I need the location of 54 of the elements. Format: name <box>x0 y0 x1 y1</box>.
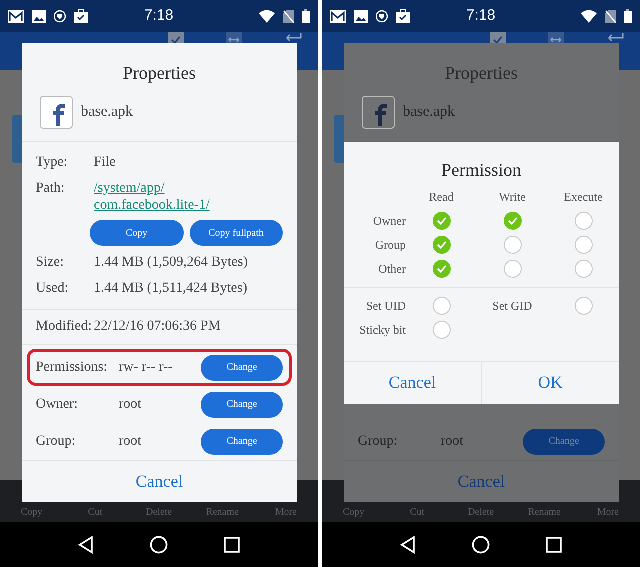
option-label: Set UID <box>365 298 406 315</box>
change-button[interactable]: Change <box>523 428 605 454</box>
field-label: Used: <box>36 280 70 298</box>
cancel-button[interactable]: Cancel <box>344 362 481 404</box>
field-value: 1.44 MB (1,511,424 Bytes) <box>94 280 248 298</box>
row-label: Other <box>378 261 406 278</box>
copy-fullpath-button[interactable]: Copy fullpath <box>190 220 283 246</box>
field-label: Path: <box>36 180 66 198</box>
clock-time: 7:18 <box>144 6 174 26</box>
cancel-button[interactable]: Cancel <box>454 468 510 494</box>
change-button[interactable]: Change <box>201 392 283 418</box>
toolbar-label[interactable]: More <box>576 505 640 520</box>
field-label: Type: <box>36 154 69 172</box>
column-header: Write <box>498 189 527 206</box>
clock-time: 7:18 <box>466 6 496 26</box>
column-header: Read <box>428 189 455 206</box>
toolbar-label[interactable]: Delete <box>127 505 191 520</box>
field-value: root <box>441 433 465 451</box>
ok-button[interactable]: OK <box>481 362 619 404</box>
field-label: Group: <box>358 433 399 451</box>
field-label: Group: <box>36 433 77 451</box>
copy-button[interactable]: Copy <box>90 220 184 246</box>
dialog-title: Properties <box>445 63 518 83</box>
toolbar-label[interactable]: Cut <box>386 505 450 520</box>
dialog-title: Properties <box>123 63 196 83</box>
field-value: rw- r-- r-- <box>119 359 174 377</box>
toolbar-label[interactable]: Delete <box>449 505 513 520</box>
option-label: Sticky bit <box>358 322 406 339</box>
column-header: Execute <box>563 189 604 206</box>
change-button[interactable]: Change <box>201 428 283 454</box>
toolbar-label[interactable]: More <box>254 505 318 520</box>
path-link[interactable]: /system/app/ com.facebook.lite-1/ <box>94 176 210 214</box>
field-label: Size: <box>36 254 65 272</box>
row-label: Group <box>374 237 406 254</box>
toolbar-label[interactable]: Cut <box>64 505 128 520</box>
toolbar-label[interactable]: Copy <box>0 505 64 520</box>
field-value: 1.44 MB (1,509,264 Bytes) <box>94 254 248 272</box>
field-value: root <box>119 433 143 451</box>
field-label: Owner: <box>36 396 79 414</box>
dialog-title: Permission <box>440 159 522 182</box>
row-label: Owner <box>372 213 406 230</box>
toolbar-label[interactable]: Copy <box>322 505 386 520</box>
toolbar-label[interactable]: Rename <box>512 505 576 520</box>
option-label: Set GID <box>492 298 534 315</box>
field-label: Permissions: <box>36 359 109 377</box>
change-button[interactable]: Change <box>201 354 283 380</box>
file-name: base.apk <box>81 103 134 122</box>
toolbar-label[interactable]: Rename <box>190 505 254 520</box>
field-label: Modified: <box>36 318 92 336</box>
field-value: File <box>94 154 116 172</box>
field-value: root <box>119 396 143 414</box>
file-name: base.apk <box>403 103 456 122</box>
cancel-button[interactable]: Cancel <box>132 468 188 494</box>
field-value: 22/12/16 07:06:36 PM <box>94 318 221 336</box>
